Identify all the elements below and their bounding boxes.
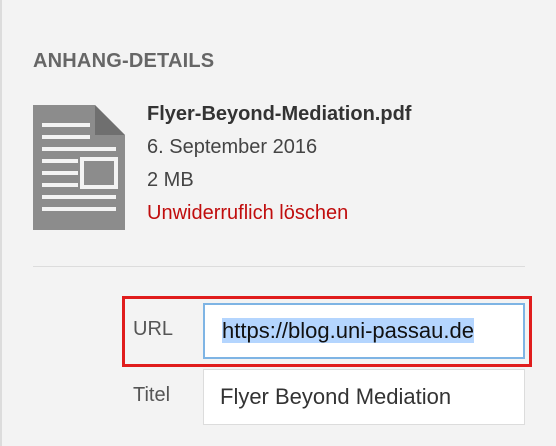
title-label: Titel bbox=[133, 384, 171, 406]
divider bbox=[33, 266, 525, 267]
file-date: 6. September 2016 bbox=[147, 136, 318, 158]
url-field[interactable]: https://blog.uni-passau.de bbox=[203, 303, 525, 359]
document-icon bbox=[33, 105, 125, 230]
file-size: 2 MB bbox=[147, 169, 194, 191]
file-name: Flyer-Beyond-Mediation.pdf bbox=[147, 103, 412, 125]
file-info: Flyer-Beyond-Mediation.pdf 6. September … bbox=[147, 98, 411, 230]
url-label: URL bbox=[133, 318, 174, 340]
url-value: https://blog.uni-passau.de bbox=[222, 318, 474, 343]
panel-left-border bbox=[0, 0, 2, 446]
delete-permanently-link[interactable]: Unwiderruflich löschen bbox=[147, 202, 348, 224]
title-field[interactable]: Flyer Beyond Mediation bbox=[203, 369, 525, 425]
section-title: ANHANG-DETAILS bbox=[33, 50, 215, 72]
